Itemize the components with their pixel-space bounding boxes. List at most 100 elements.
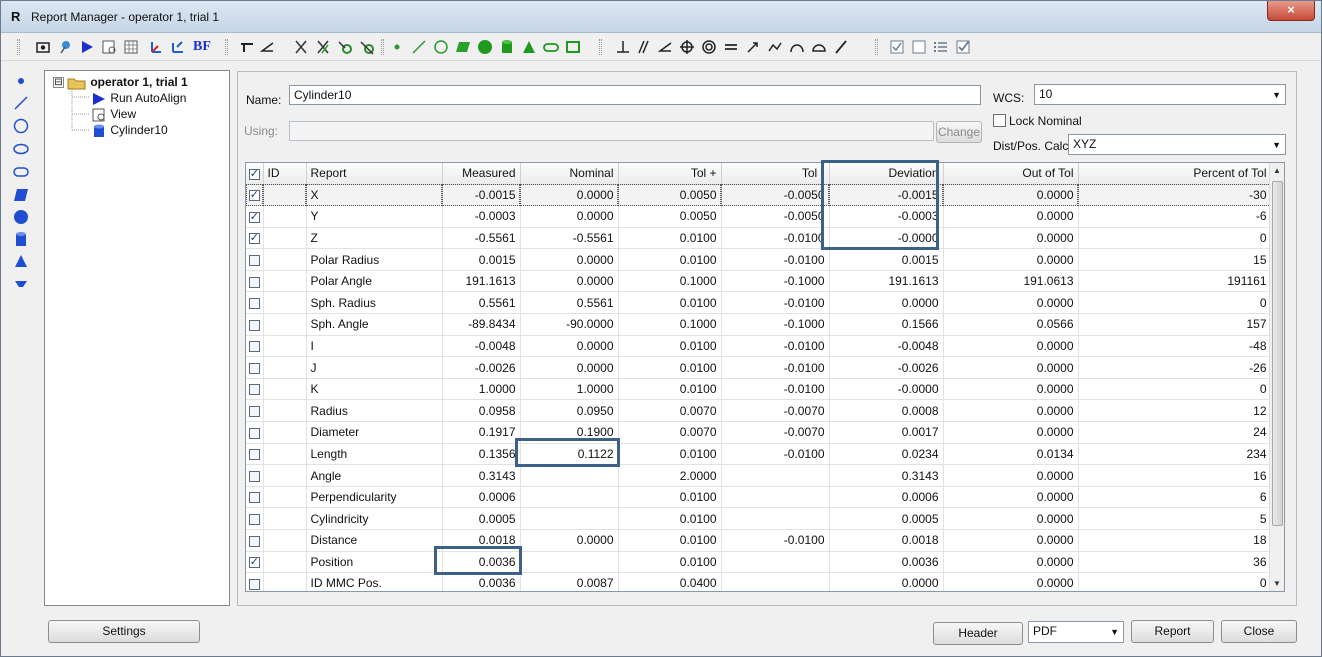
position-icon[interactable]	[679, 39, 695, 55]
table-row[interactable]: Length 0.1356 0.1122 0.0100 -0.0100 0.0234 0.0…	[246, 443, 1272, 466]
table-row[interactable]: Sph. Radius 0.5561 0.5561 0.0100 -0.0100 0.00…	[246, 291, 1272, 315]
settings-button[interactable]: Settings	[48, 620, 200, 643]
slash-icon[interactable]	[833, 39, 849, 55]
row-checkbox[interactable]	[246, 227, 264, 250]
cone-icon[interactable]	[13, 253, 29, 269]
checked-doc-icon[interactable]	[955, 39, 971, 55]
checkbox-unchecked-icon[interactable]	[248, 578, 260, 590]
checkbox-unchecked-icon[interactable]	[248, 514, 260, 526]
table-row[interactable]: Polar Radius 0.0015 0.0000 0.0100 -0.0100 0.0…	[246, 248, 1272, 271]
slot-icon[interactable]	[543, 39, 559, 55]
cone-icon[interactable]	[521, 39, 537, 55]
cylinder-icon[interactable]	[13, 231, 29, 247]
table-row[interactable]: J -0.0026 0.0000 0.0100 -0.0100 -0.0026 0.0000…	[246, 356, 1272, 379]
select-all-checkbox[interactable]	[246, 163, 264, 185]
row-checkbox[interactable]	[246, 443, 264, 466]
column-header-out-of-tol[interactable]: Out of Tol	[943, 163, 1079, 185]
list-icon[interactable]	[933, 39, 949, 55]
lock-nominal-checkbox[interactable]	[993, 114, 1006, 127]
table-icon[interactable]	[123, 39, 139, 55]
perpendicular-icon[interactable]	[615, 39, 631, 55]
checkbox-checked-icon[interactable]	[248, 231, 260, 245]
toolbar-grip[interactable]	[381, 39, 384, 55]
pin-icon[interactable]	[57, 39, 73, 55]
column-header-id[interactable]: ID	[263, 163, 307, 185]
check-icon[interactable]	[889, 39, 905, 55]
checkbox-unchecked-icon[interactable]	[248, 319, 260, 331]
report-icon[interactable]	[101, 39, 117, 55]
line-icon[interactable]	[411, 39, 427, 55]
sphere-icon[interactable]	[477, 39, 493, 55]
align-icon[interactable]	[169, 39, 185, 55]
table-row[interactable]: Polar Angle 191.1613 0.0000 0.1000 -0.1000 19…	[246, 270, 1272, 293]
angle-tol-icon[interactable]	[657, 39, 673, 55]
row-checkbox[interactable]	[246, 378, 264, 401]
point-icon[interactable]	[389, 39, 405, 55]
ellipse-icon[interactable]	[13, 141, 29, 157]
checkbox-unchecked-icon[interactable]	[248, 276, 260, 288]
change-button[interactable]: Change	[936, 121, 982, 143]
table-row[interactable]: Angle 0.3143 2.0000 0.3143 0.0000 16	[246, 464, 1272, 487]
equal-icon[interactable]	[723, 39, 739, 55]
table-scrollbar[interactable]: ▲ ▼	[1269, 163, 1284, 591]
toolbar-grip[interactable]	[17, 39, 20, 55]
row-checkbox[interactable]	[246, 291, 264, 315]
checkbox-unchecked-icon[interactable]	[248, 362, 260, 374]
row-checkbox[interactable]	[246, 572, 264, 591]
checkbox-unchecked-icon[interactable]	[248, 535, 260, 547]
using-field[interactable]	[289, 121, 934, 141]
close-button[interactable]: Close	[1221, 620, 1297, 643]
column-header-tol-minus[interactable]: Tol -	[721, 163, 830, 185]
toolbar-grip[interactable]	[875, 39, 878, 55]
checkbox-unchecked-icon[interactable]	[248, 449, 260, 461]
plane-icon[interactable]	[455, 39, 471, 55]
scan-off-icon[interactable]	[359, 39, 375, 55]
checkbox-unchecked-icon[interactable]	[248, 254, 260, 266]
column-header-tol-plus[interactable]: Tol +	[618, 163, 722, 185]
circle-icon[interactable]	[433, 39, 449, 55]
cylinder-icon[interactable]	[499, 39, 515, 55]
row-checkbox[interactable]	[246, 507, 264, 530]
dome-icon[interactable]	[811, 39, 827, 55]
line-icon[interactable]	[13, 95, 29, 111]
table-row[interactable]: I -0.0048 0.0000 0.0100 -0.0100 -0.0048 0.0000…	[246, 335, 1272, 358]
scroll-down-icon[interactable]: ▼	[1273, 579, 1281, 588]
square-icon[interactable]	[911, 39, 927, 55]
torus-icon[interactable]	[13, 275, 29, 291]
row-checkbox[interactable]	[246, 421, 264, 444]
toolbar-grip[interactable]	[599, 39, 602, 55]
table-row[interactable]: Position0.00360.01000.00360.000036	[246, 551, 1272, 574]
row-checkbox[interactable]	[246, 248, 264, 271]
arc-icon[interactable]	[789, 39, 805, 55]
row-checkbox[interactable]	[246, 270, 264, 293]
row-checkbox[interactable]	[246, 551, 264, 574]
play-icon[interactable]	[79, 39, 95, 55]
table-row[interactable]: Distance 0.0018 0.0000 0.0100 -0.0100 0.0018 0…	[246, 529, 1272, 552]
table-row[interactable]: Cylindricity 0.0005 0.0100 0.0005 0.0000 5	[246, 507, 1272, 530]
checkbox-unchecked-icon[interactable]	[248, 492, 260, 504]
slot-icon[interactable]	[13, 164, 29, 180]
concentric-icon[interactable]	[701, 39, 717, 55]
checkbox-unchecked-icon[interactable]	[248, 298, 260, 310]
wcs-dropdown[interactable]: 10 ▼	[1034, 84, 1286, 105]
screenshot-icon[interactable]	[35, 39, 51, 55]
scrollbar-thumb[interactable]	[1272, 181, 1283, 526]
toolbar-grip[interactable]	[225, 39, 228, 55]
table-row[interactable]: K 1.0000 1.0000 0.0100 -0.0100 -0.0000 0.0000 0	[246, 378, 1272, 401]
window-close-button[interactable]: ×	[1267, 1, 1315, 21]
format-dropdown[interactable]: PDF ▼	[1028, 621, 1124, 643]
table-row[interactable]: Z-0.5561-0.55610.0100-0.0100-0.00000.000…	[246, 227, 1272, 250]
column-header-percent-of-tol[interactable]: Percent of Tol	[1078, 163, 1272, 185]
table-row[interactable]: X-0.00150.00000.0050-0.0050-0.00150.0000…	[246, 184, 1272, 207]
table-row[interactable]: Radius 0.0958 0.0950 0.0070 -0.0070 0.0008 0.0…	[246, 399, 1272, 423]
name-field[interactable]: Cylinder10	[289, 85, 981, 105]
angle-marker-icon[interactable]	[239, 39, 255, 55]
table-row[interactable]: Perpendicularity 0.0006 0.0100 0.0006 0.0000…	[246, 486, 1272, 509]
parallel-icon[interactable]	[635, 39, 651, 55]
checkbox-unchecked-icon[interactable]	[248, 427, 260, 439]
row-checkbox[interactable]	[246, 486, 264, 509]
sphere-icon[interactable]	[13, 209, 29, 225]
checkbox-checked-icon[interactable]	[248, 210, 260, 223]
best-fit-icon[interactable]: BF	[191, 39, 213, 55]
circle-icon[interactable]	[13, 118, 29, 134]
